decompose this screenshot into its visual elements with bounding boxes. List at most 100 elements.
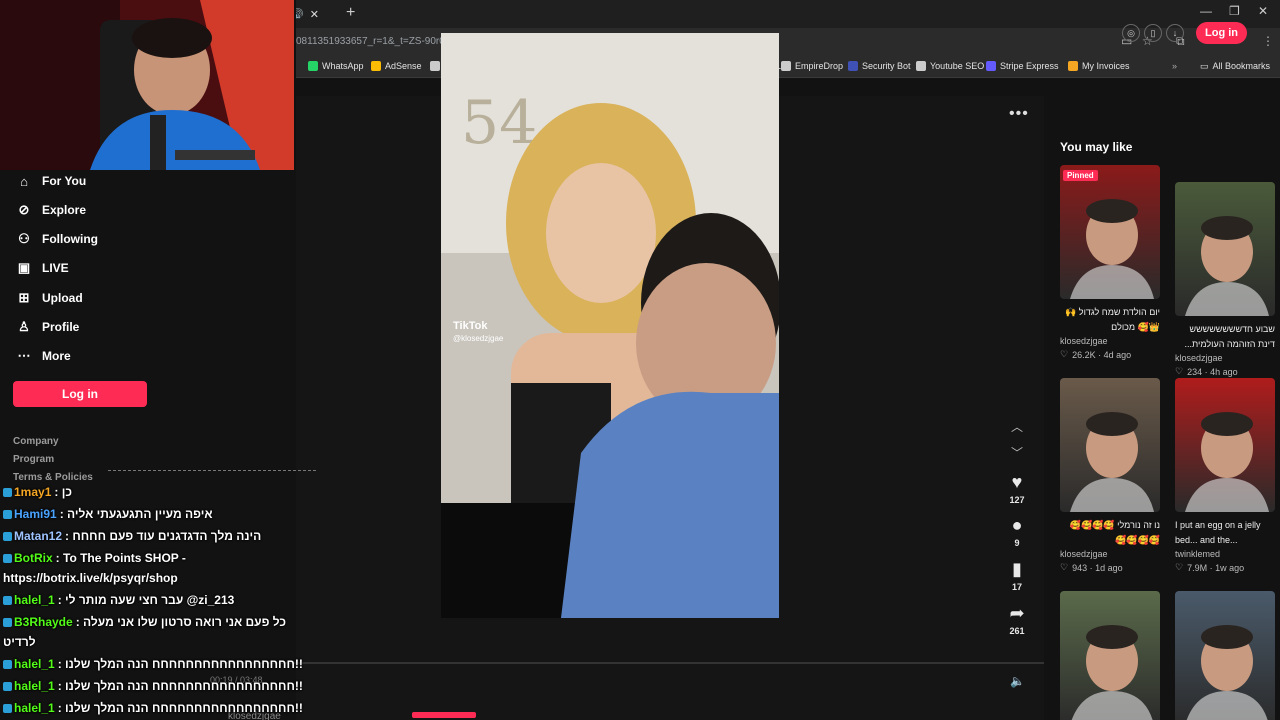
footer-link[interactable]: Terms & Policies <box>13 472 93 483</box>
save-count: 17 <box>1011 582 1022 592</box>
bookmark-label: EmpireDrop <box>795 61 844 71</box>
footer-link[interactable]: Company <box>13 436 59 447</box>
recommended-video-card[interactable]: נו זה נורמלי 🥰🥰🥰🥰🥰🥰🥰🥰 klosedzjgae ♡ 943 · 1… <box>1060 378 1160 573</box>
sidebar-item-upload[interactable]: ⊞ Upload <box>16 290 83 306</box>
download-icon[interactable]: ↓ <box>1166 24 1184 42</box>
chat-text: : הינה מלך הדגדגנים עוד פעם חחחח <box>65 529 262 543</box>
sidebar-item-label: LIVE <box>42 261 69 275</box>
video-progress-track[interactable] <box>176 662 1044 664</box>
chat-username[interactable]: halel_1 <box>14 657 55 671</box>
minimize-icon[interactable]: — <box>1200 4 1212 18</box>
card-author[interactable]: klosedzjgae <box>1060 336 1160 346</box>
card-author[interactable]: twinklemed <box>1175 549 1275 559</box>
bookmarks-overflow-icon[interactable]: » <box>1172 61 1177 71</box>
sidebar-item-following[interactable]: ⚇ Following <box>16 231 98 247</box>
tab-close-icon[interactable]: ✕ <box>310 8 319 21</box>
chat-badge-icon <box>3 488 12 498</box>
browser-menu-icon[interactable]: ⋮ <box>1262 34 1274 48</box>
header-login-button[interactable]: Log in <box>1196 22 1247 44</box>
new-tab-icon[interactable]: + <box>346 4 355 22</box>
save-button[interactable]: ▮ 17 <box>1004 559 1030 592</box>
chat-text: : עבר חצי שעה מותר לי @zi_213 <box>57 593 235 607</box>
sidebar-item-label: Profile <box>42 320 80 334</box>
bookmark-10[interactable]: Youtube SEO <box>916 61 984 71</box>
video-thumbnail[interactable] <box>1060 378 1160 512</box>
chat-username[interactable]: halel_1 <box>14 701 55 715</box>
bookmark-favicon-icon <box>371 61 381 71</box>
chat-badge-icon <box>3 660 12 670</box>
video-thumbnail[interactable] <box>1175 378 1275 512</box>
chat-username[interactable]: B3Rhayde <box>14 615 73 629</box>
share-button[interactable]: ➦ 261 <box>1004 603 1030 636</box>
recommended-video-card[interactable]: Pinned יום הולדת שמח לגדול 🙌👑🥰 מכולם klose… <box>1060 165 1160 360</box>
restore-icon[interactable]: ❐ <box>1229 4 1240 18</box>
scroll-up-icon[interactable]: ︿ <box>1011 418 1023 435</box>
device-icon[interactable]: ▯ <box>1144 24 1162 42</box>
chat-message: halel_1: חחחחחחחחחחחחחחחחח הנה המלך שלנו… <box>3 701 303 715</box>
bookmark-favicon-icon <box>916 61 926 71</box>
chat-text: : איפה מעיין התגעגעתי אליה <box>59 507 213 521</box>
bookmark-8[interactable]: EmpireDrop <box>781 61 843 71</box>
chat-username[interactable]: halel_1 <box>14 679 55 693</box>
scroll-down-icon[interactable]: ﹀ <box>1011 444 1023 461</box>
recommended-video-card[interactable]: שבוע חדשששששששש דינת הזוהמה העולמית... kl… <box>1175 182 1275 377</box>
card-author[interactable]: klosedzjgae <box>1175 353 1275 363</box>
footer-link[interactable]: Program <box>13 454 54 465</box>
sidebar-item-profile[interactable]: ♙ Profile <box>16 319 79 335</box>
volume-icon[interactable]: 🔈 <box>1010 674 1025 688</box>
video-thumbnail[interactable] <box>1175 182 1275 316</box>
all-bookmarks[interactable]: ▭ All Bookmarks <box>1200 61 1270 72</box>
chat-username[interactable]: BotRix <box>14 551 53 565</box>
bookmark-favicon-icon <box>781 61 791 71</box>
video-thumbnail[interactable] <box>1060 591 1160 720</box>
chat-username[interactable]: halel_1 <box>14 593 55 607</box>
bookmark-11[interactable]: Stripe Express <box>986 61 1059 71</box>
chat-message: לרדיט <box>3 635 36 649</box>
bookmark-label: Stripe Express <box>1000 61 1059 71</box>
chat-username[interactable]: 1may1 <box>14 485 51 499</box>
chat-username[interactable]: Matan12 <box>14 529 62 543</box>
comment-icon: ● <box>1011 515 1023 535</box>
recommended-video-card[interactable]: I put an egg on a jelly bed... and the..… <box>1175 378 1275 573</box>
live-icon: ▣ <box>17 260 31 275</box>
bookmark-12[interactable]: My Invoices <box>1068 61 1130 71</box>
sidebar-item-for-you[interactable]: ⌂ For You <box>16 173 86 189</box>
bookmark-0[interactable]: WhatsApp <box>308 61 364 71</box>
sidebar-login-button[interactable]: Log in <box>13 381 147 407</box>
top-right-actions: ◎ ▯ ↓ Log in <box>1122 20 1256 46</box>
chat-message: Matan12: הינה מלך הדגדגנים עוד פעם חחחח <box>3 529 261 543</box>
chat-text: : To The Points SHOP - <box>55 551 186 565</box>
recommended-video-card[interactable] <box>1060 591 1160 720</box>
sidebar-item-label: Explore <box>42 203 87 217</box>
card-meta: 234 · 4h ago <box>1187 366 1238 377</box>
video-thumbnail[interactable]: Pinned <box>1060 165 1160 299</box>
sidebar-item-label: Following <box>42 232 98 246</box>
browser-tab[interactable]: 🔊 ✕ <box>290 2 340 26</box>
sidebar-item-more[interactable]: ⋯ More <box>16 348 71 364</box>
sidebar-item-live[interactable]: ▣ LIVE <box>16 260 69 276</box>
comment-button[interactable]: ● 9 <box>1004 515 1030 548</box>
video-thumbnail[interactable] <box>1175 591 1275 720</box>
coin-icon[interactable]: ◎ <box>1122 24 1140 42</box>
folder-icon: ▭ <box>1199 61 1209 71</box>
sidebar-item-label: For You <box>42 174 87 188</box>
card-stats: ♡ 7.9M · 1w ago <box>1175 562 1275 573</box>
sidebar-item-explore[interactable]: ⊘ Explore <box>16 202 86 218</box>
chat-text: : חחחחחחחחחחחחחחחחח הנה המלך שלנו!! <box>57 701 303 715</box>
like-button[interactable]: ♥ 127 <box>1004 472 1030 505</box>
bookmark-label: AdSense <box>385 61 422 71</box>
bookmark-favicon-icon <box>430 61 440 71</box>
chat-text: : כן <box>54 485 72 499</box>
video-player[interactable]: 54 TikTok @klosedzjgae <box>441 33 779 618</box>
card-meta: 7.9M · 1w ago <box>1187 562 1245 573</box>
bookmark-1[interactable]: AdSense <box>371 61 422 71</box>
bookmark-icon: ▮ <box>1012 559 1022 579</box>
share-count: 261 <box>1009 626 1025 636</box>
recommended-video-card[interactable] <box>1175 591 1275 720</box>
bookmark-9[interactable]: Security Bot <box>848 61 911 71</box>
chat-username[interactable]: Hami91 <box>14 507 57 521</box>
video-more-icon[interactable]: ••• <box>1009 105 1029 123</box>
card-author[interactable]: klosedzjgae <box>1060 549 1160 559</box>
close-window-icon[interactable]: ✕ <box>1258 4 1268 18</box>
upload-icon: ⊞ <box>18 290 30 305</box>
